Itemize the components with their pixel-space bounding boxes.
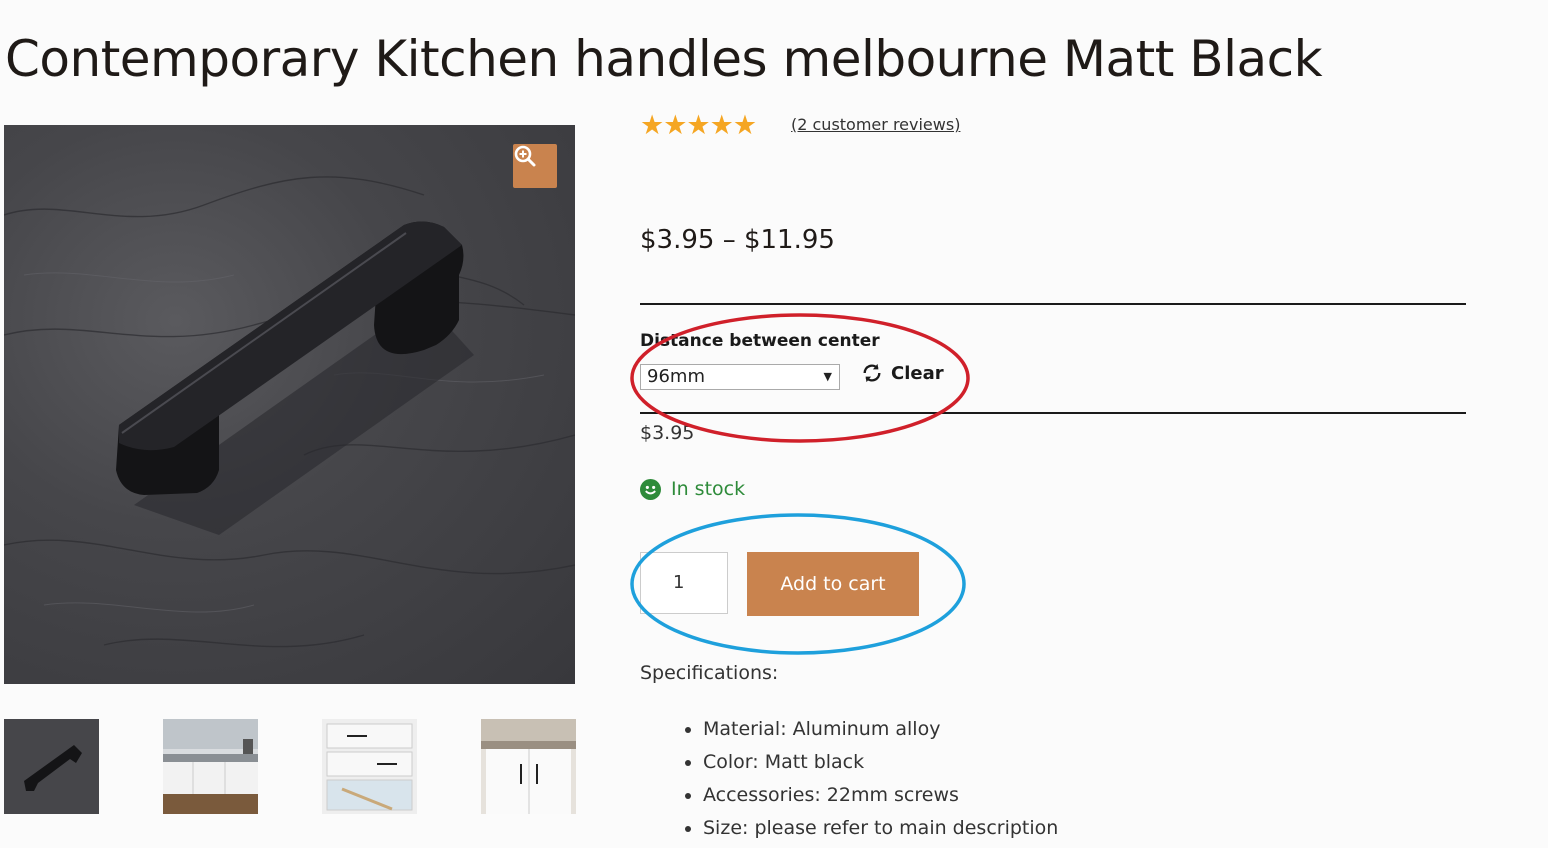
variation-price: $3.95 xyxy=(640,422,695,444)
product-main-image[interactable] xyxy=(4,125,575,684)
magnifier-plus-icon xyxy=(514,145,536,167)
handle-photo xyxy=(4,176,575,648)
variation-label: Distance between center xyxy=(640,331,880,351)
thumbnail-drawers[interactable] xyxy=(322,719,417,814)
thumbnail-kitchen-grey[interactable] xyxy=(163,719,258,814)
smiley-icon xyxy=(640,478,661,500)
price-range: $3.95 – $11.95 xyxy=(640,225,835,255)
clear-button[interactable]: Clear xyxy=(861,362,944,384)
distance-select[interactable]: 96mm ▼ xyxy=(640,364,840,390)
stock-status: In stock xyxy=(640,478,745,500)
quantity-input[interactable]: 1 xyxy=(640,552,728,614)
product-title: Contemporary Kitchen handles melbourne M… xyxy=(5,30,1323,88)
spec-item: Color: Matt black xyxy=(703,749,1058,782)
divider-bottom xyxy=(640,412,1466,414)
refresh-icon xyxy=(863,363,881,383)
distance-select-value: 96mm xyxy=(647,366,705,387)
stock-label: In stock xyxy=(671,478,746,500)
star-rating: ★★★★★ xyxy=(640,110,757,141)
thumbnail-handle[interactable] xyxy=(4,719,99,814)
spec-item: Material: Aluminum alloy xyxy=(703,716,1058,749)
dropdown-arrow-icon: ▼ xyxy=(823,370,832,383)
divider-top xyxy=(640,303,1466,305)
spec-item: Accessories: 22mm screws xyxy=(703,782,1058,815)
specifications-heading: Specifications: xyxy=(640,662,779,684)
clear-label: Clear xyxy=(891,362,944,384)
specifications-list: Material: Aluminum alloy Color: Matt bla… xyxy=(663,716,1058,848)
add-to-cart-button[interactable]: Add to cart xyxy=(747,552,919,616)
thumbnail-kitchen-island[interactable] xyxy=(481,719,576,814)
spec-item: Size: please refer to main description xyxy=(703,815,1058,848)
zoom-button[interactable] xyxy=(513,144,557,188)
customer-reviews-link[interactable]: (2 customer reviews) xyxy=(791,115,960,134)
